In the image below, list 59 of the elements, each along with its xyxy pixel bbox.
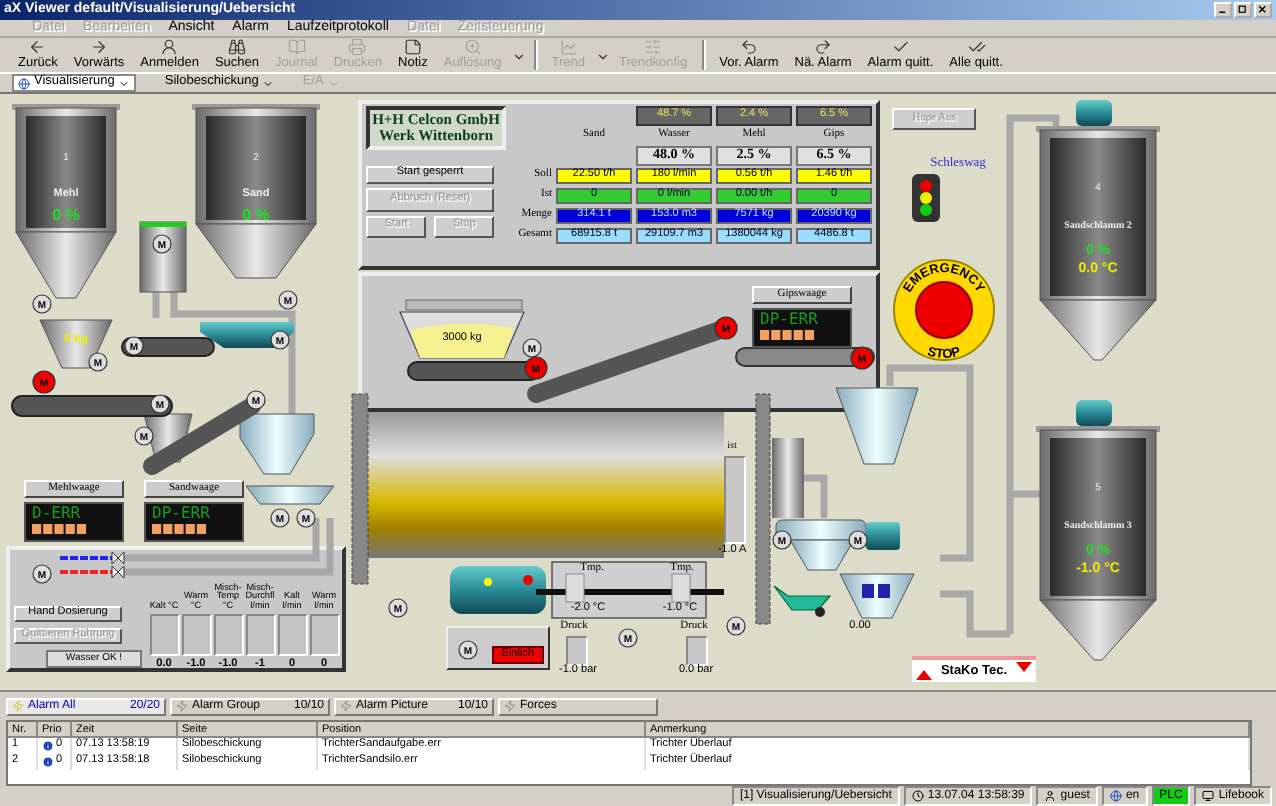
flash-icon [340,700,352,713]
close-icon[interactable] [1254,1,1272,18]
user-icon [160,37,179,56]
flash-icon [176,700,188,713]
binoculars-icon [227,37,246,56]
arrow-left-icon [28,37,47,56]
info-icon [42,739,54,752]
back-arrow-icon [739,37,758,56]
hopper-drawing [39,319,113,369]
meter-bar [245,613,275,656]
dosing-unit-drawing [775,519,867,571]
keypad-icon [760,329,816,340]
info-icon [42,755,54,768]
meter-bar [724,455,746,544]
clock-icon [911,789,924,802]
hopper-drawing [835,387,919,465]
wheelbarrow-icon [773,585,832,617]
meter-bar [213,613,243,656]
drum-end-drawing [772,437,804,518]
meter-bar [566,635,588,666]
globe-icon [18,77,30,90]
display-readout: D-ERR [32,505,81,522]
user-icon [1044,789,1057,802]
pipe [800,474,828,518]
silo-level: 0 % [52,207,80,224]
meter-bar [149,613,179,656]
silo-level: 0 % [242,207,270,224]
caret-icon [118,77,131,90]
minimize-icon[interactable] [1214,1,1232,18]
meter-bar [277,613,307,656]
maximize-icon[interactable] [1234,1,1252,18]
forward-arrow-icon [814,37,833,56]
valve-drawing [60,551,125,579]
weigh-hopper-drawing [399,299,525,359]
meter-bar [309,613,339,656]
pipe [152,288,296,418]
keypad-icon [32,523,88,534]
keypad-icon [152,523,208,534]
caret-icon [327,77,340,90]
hopper-drawing [245,485,335,505]
note-icon [403,37,422,56]
globe-icon [1109,789,1122,802]
meter-bar [181,613,211,656]
traffic-light-icon [912,173,940,222]
motor-drawing [450,565,546,614]
mixer-drawing [839,521,915,619]
monitor-icon [1202,789,1215,802]
display-readout: DP-ERR [760,311,818,328]
check-icon [891,37,910,56]
caret-icon [262,77,275,90]
hopper-drawing [239,413,315,475]
flash-icon [12,700,24,713]
display-readout: DP-ERR [152,505,210,522]
silo-drawing [139,221,187,293]
double-check-icon [967,37,986,56]
feeder-drawing [200,321,294,348]
arrow-right-icon [90,37,109,56]
flash-icon [504,700,516,713]
meter-bar [686,635,708,666]
